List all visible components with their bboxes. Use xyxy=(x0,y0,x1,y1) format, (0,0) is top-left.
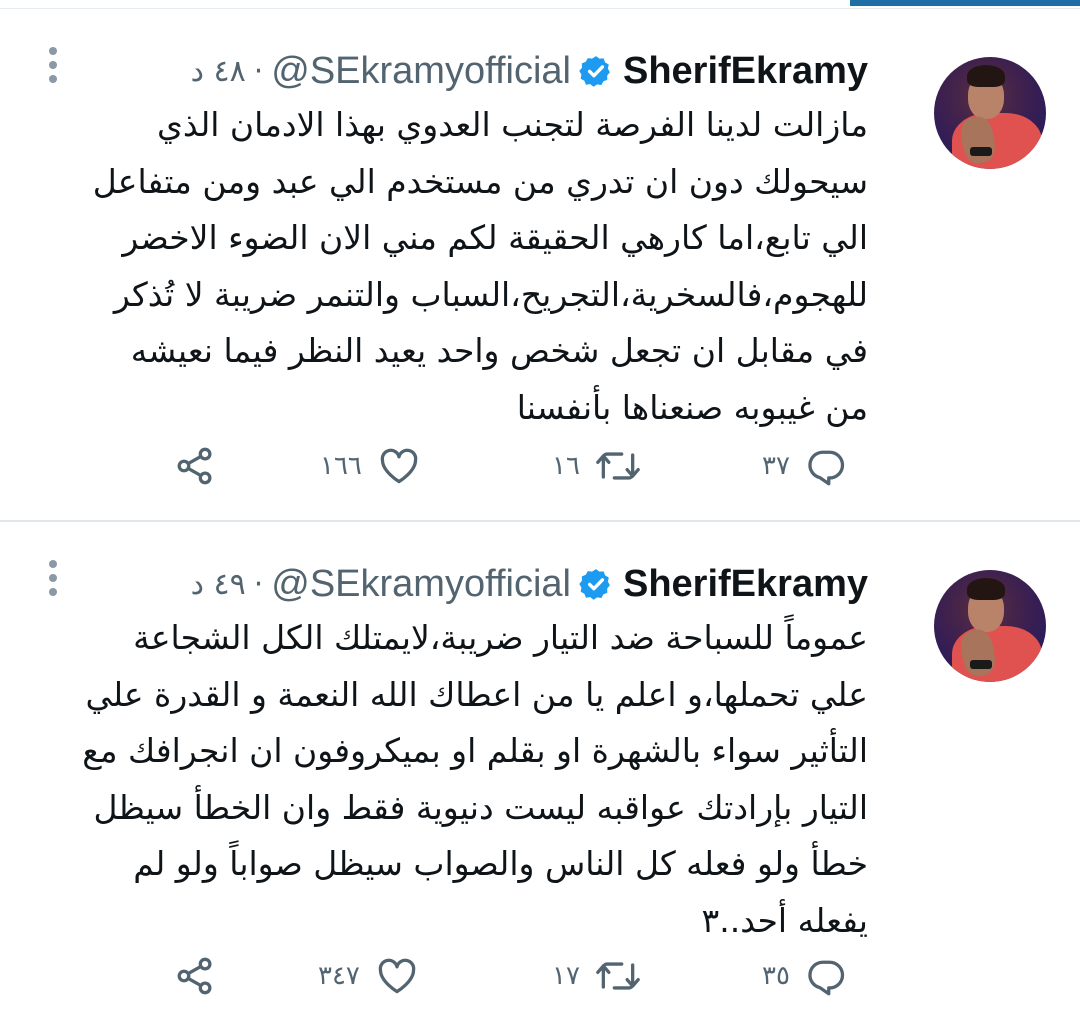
retweet-icon xyxy=(596,452,640,480)
retweet-button[interactable]: ١٧ xyxy=(552,954,642,998)
more-vertical-icon[interactable] xyxy=(46,560,60,600)
avatar[interactable] xyxy=(934,570,1046,682)
heart-icon xyxy=(378,958,416,994)
tweet-text-line: الي تابع،اما كارهي الحقيقة لكم مني الان … xyxy=(122,218,868,257)
tweet-text-line: سيحولك دون ان تدري من مستخدم الي عبد ومن… xyxy=(92,161,868,201)
tweet-text-line: مازالت لدينا الفرصة لتجنب العدوي بهذا ال… xyxy=(157,105,868,144)
retweet-count: ١٧ xyxy=(552,961,580,991)
timestamp[interactable]: ٤٨ د xyxy=(191,54,246,89)
display-name[interactable]: SherifEkramy xyxy=(623,50,868,93)
reply-icon xyxy=(808,450,845,486)
reply-count: ٣٧ xyxy=(762,451,790,481)
reply-button[interactable]: ٣٥ xyxy=(762,954,848,998)
reply-button[interactable]: ٣٧ xyxy=(762,444,848,488)
top-tab-indicator xyxy=(850,0,1080,6)
tweet-header: SherifEkramy @SEkramyofficial · ٤٩ د xyxy=(191,558,868,610)
handle[interactable]: @SEkramyofficial xyxy=(271,50,571,93)
tweet[interactable]: SherifEkramy @SEkramyofficial · ٤٩ د عمو… xyxy=(0,522,1080,1021)
like-button[interactable]: ١٦٦ xyxy=(320,444,422,488)
tweet-text-line: التيار بإرادتك عواقبه ليست دنيوية فقط وا… xyxy=(93,787,869,827)
more-vertical-icon[interactable] xyxy=(46,47,60,87)
verified-badge-icon xyxy=(579,56,610,87)
avatar[interactable] xyxy=(934,57,1046,169)
like-count: ١٦٦ xyxy=(320,451,362,481)
tweet-header: SherifEkramy @SEkramyofficial · ٤٨ د xyxy=(191,45,868,97)
like-count: ٣٤٧ xyxy=(318,961,360,991)
separator-dot: · xyxy=(253,53,264,89)
heart-icon xyxy=(380,448,418,484)
share-button[interactable] xyxy=(172,954,218,998)
tweet-text-line: التأثير سواء بالشهرة او بقلم او بميكروفو… xyxy=(82,731,868,770)
display-name[interactable]: SherifEkramy xyxy=(623,563,868,606)
tweet-text: مازالت لدينا الفرصة لتجنب العدوي بهذا ال… xyxy=(38,97,868,436)
timestamp[interactable]: ٤٩ د xyxy=(191,567,246,602)
share-button[interactable] xyxy=(172,444,218,488)
reply-count: ٣٥ xyxy=(762,961,790,991)
tweet-text-line: عموماً للسباحة ضد التيار ضريبة،لايمتلك ا… xyxy=(133,618,868,657)
like-button[interactable]: ٣٤٧ xyxy=(318,954,420,998)
tweet-text-line: للهجوم،فالسخرية،التجريح،السباب والتنمر ض… xyxy=(113,274,868,314)
retweet-count: ١٦ xyxy=(552,451,580,481)
tweet-text-line: من غيبوبه صنعناها بأنفسنا xyxy=(516,387,868,427)
tweet-actions: ٣٥ ١٧ ٣٤٧ xyxy=(0,950,1080,1000)
verified-badge-icon xyxy=(579,569,610,600)
retweet-button[interactable]: ١٦ xyxy=(552,444,642,488)
retweet-icon xyxy=(596,962,640,990)
tweet-text: عموماً للسباحة ضد التيار ضريبة،لايمتلك ا… xyxy=(38,610,868,949)
tweet-text-line: يفعله أحد..٣ xyxy=(701,900,868,940)
tweet-text-line: علي تحملها،و اعلم يا من اعطاك الله النعم… xyxy=(85,674,868,714)
tweet-text-line: خطأ ولو فعله كل الناس والصواب سيظل صوابا… xyxy=(133,844,868,883)
share-icon xyxy=(177,957,212,995)
tweet-text-line: في مقابل ان تجعل شخص واحد يعيد النظر فيم… xyxy=(130,331,868,370)
share-icon xyxy=(177,447,212,485)
tweet-actions: ٣٧ ١٦ ١٦٦ xyxy=(0,440,1080,490)
handle[interactable]: @SEkramyofficial xyxy=(271,563,571,606)
separator-dot: · xyxy=(253,566,264,602)
reply-icon xyxy=(808,960,845,996)
tweet[interactable]: SherifEkramy @SEkramyofficial · ٤٨ د ماز… xyxy=(0,9,1080,522)
